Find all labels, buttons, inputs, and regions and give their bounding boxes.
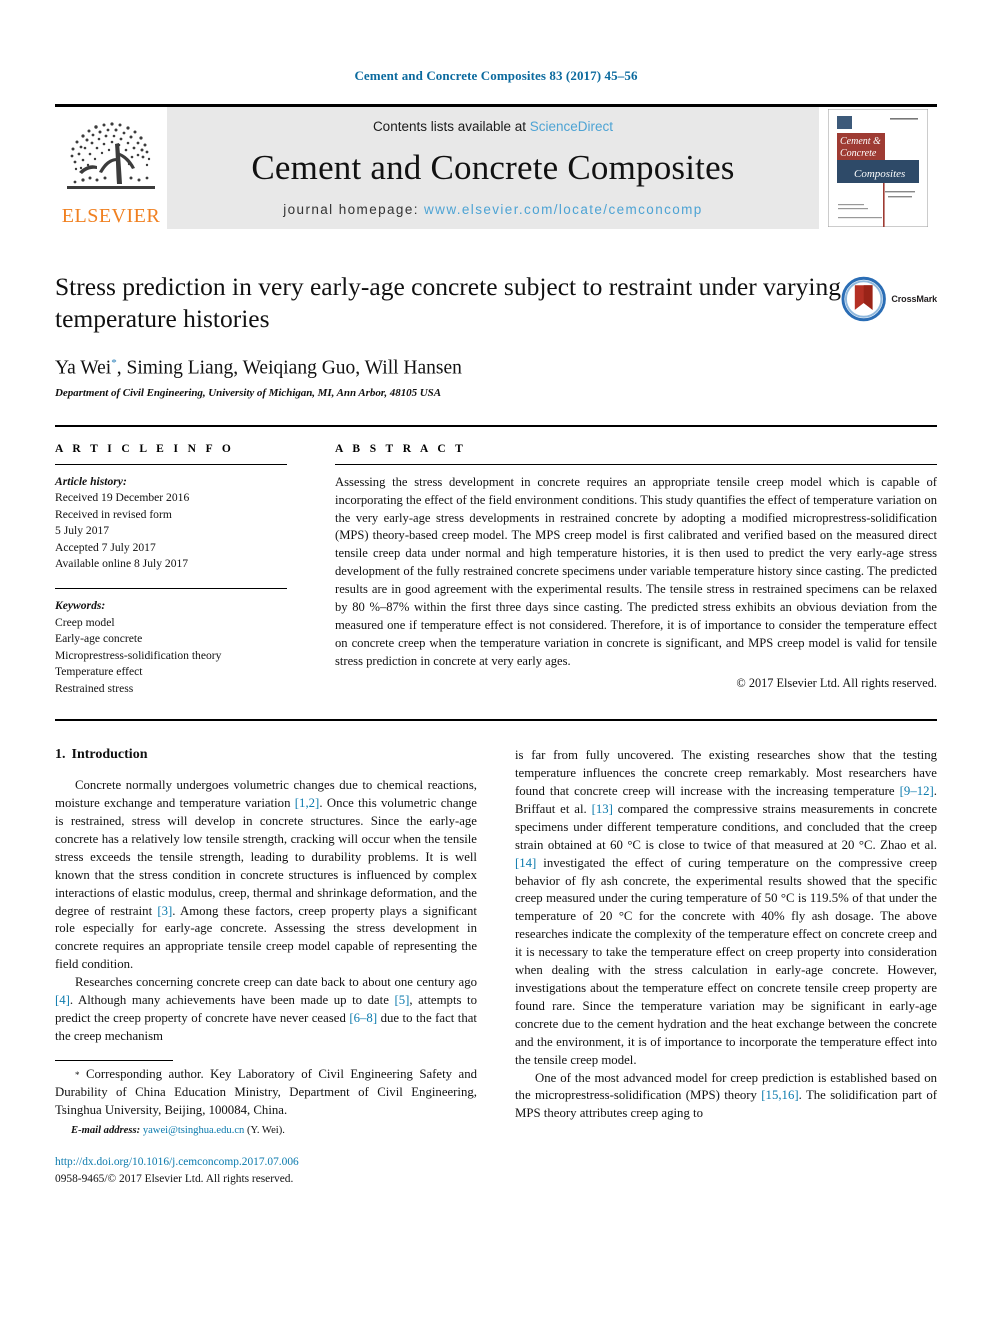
page-title: Stress prediction in very early-age conc…: [55, 272, 841, 334]
history-item: 5 July 2017: [55, 524, 110, 538]
svg-text:Concrete: Concrete: [840, 148, 877, 159]
introduction-label: Introduction: [71, 747, 148, 763]
paper-page: Cement and Concrete Composites 83 (2017)…: [0, 0, 992, 1323]
publication-footer: http://dx.doi.org/10.1016/j.cemconcomp.2…: [55, 1154, 477, 1188]
p1-b: . Once this volumetric change is restrai…: [55, 796, 477, 918]
abstract-copyright: © 2017 Elsevier Ltd. All rights reserved…: [736, 676, 937, 691]
article-info-rule: [55, 463, 287, 465]
history-item: Received 19 December 2016: [55, 491, 190, 505]
title-block: Stress prediction in very early-age conc…: [55, 271, 937, 399]
footnote-text: Corresponding author. Key Laboratory of …: [55, 1066, 477, 1117]
info-abstract-section: A R T I C L E I N F O Article history: R…: [55, 424, 937, 697]
homepage-prefix: journal homepage:: [283, 202, 425, 217]
svg-text:Cement &: Cement &: [840, 136, 881, 147]
article-info-column: A R T I C L E I N F O Article history: R…: [55, 443, 287, 697]
keyword-item: Microprestress-solidification theory: [55, 648, 222, 662]
abstract-rule: [335, 463, 937, 465]
abstract-column: A B S T R A C T Assessing the stress dev…: [335, 443, 937, 697]
citation-ref[interactable]: [4]: [55, 993, 70, 1007]
contents-prefix: Contents lists available at: [372, 119, 530, 134]
history-item: Received in revised form: [55, 507, 172, 521]
crossmark-badge[interactable]: CrossMark: [841, 273, 937, 325]
keyword-item: Creep model: [55, 615, 115, 629]
p3-a: is far from fully uncovered. The existin…: [515, 748, 937, 798]
journal-cover-image: Cement & Concrete Composites: [828, 109, 928, 227]
article-history-label: Article history:: [55, 474, 127, 488]
svg-text:Composites: Composites: [854, 168, 905, 180]
footnote-block: * Corresponding author. Key Laboratory o…: [55, 1059, 477, 1188]
author-rest: , Siming Liang, Weiqiang Guo, Will Hanse…: [116, 357, 462, 379]
citation-ref[interactable]: [5]: [394, 993, 409, 1007]
keyword-item: Early-age concrete: [55, 632, 143, 646]
journal-title: Cement and Concrete Composites: [251, 148, 735, 187]
abstract-heading: A B S T R A C T: [335, 442, 467, 455]
intro-paragraph-3: is far from fully uncovered. The existin…: [515, 747, 937, 1069]
intro-paragraph-4: One of the most advanced model for creep…: [515, 1070, 937, 1124]
journal-masthead: ELSEVIER Contents lists available at Sci…: [55, 104, 937, 229]
citation-ref[interactable]: [15,16]: [761, 1088, 798, 1102]
email-line: E-mail address: yawei@tsinghua.edu.cn (Y…: [55, 1124, 477, 1138]
article-info-heading: A R T I C L E I N F O: [55, 442, 235, 455]
citation-ref[interactable]: [14]: [515, 856, 536, 870]
crossmark-icon: [841, 276, 886, 322]
history-item: Available online 8 July 2017: [55, 557, 189, 571]
keyword-item: Restrained stress: [55, 681, 134, 695]
doi-link[interactable]: http://dx.doi.org/10.1016/j.cemconcomp.2…: [55, 1154, 477, 1171]
contents-available-line: Contents lists available at ScienceDirec…: [373, 119, 613, 134]
elsevier-wordmark: ELSEVIER: [61, 205, 161, 227]
citation-ref[interactable]: [1,2]: [295, 796, 320, 810]
journal-cover-thumbnail: Cement & Concrete Composites: [819, 107, 937, 229]
keywords-label: Keywords:: [55, 599, 106, 613]
keyword-item: Temperature effect: [55, 665, 143, 679]
citation-ref[interactable]: [3]: [157, 904, 172, 918]
citation-ref[interactable]: [9–12]: [900, 784, 934, 798]
author-first: Ya Wei: [55, 357, 112, 379]
affiliation: Department of Civil Engineering, Univers…: [55, 386, 441, 399]
author-list: Ya Wei*, Siming Liang, Weiqiang Guo, Wil…: [55, 357, 937, 380]
running-head: Cement and Concrete Composites 83 (2017)…: [354, 68, 638, 83]
abstract-text: Assessing the stress development in conc…: [335, 474, 937, 668]
body-column-right: is far from fully uncovered. The existin…: [515, 747, 937, 1188]
email-suffix: (Y. Wei).: [244, 1124, 285, 1136]
issn-copyright-line: 0958-9465/© 2017 Elsevier Ltd. All right…: [55, 1173, 294, 1186]
p2-b: . Although many achievements have been m…: [69, 993, 395, 1008]
citation-ref[interactable]: [13]: [592, 802, 613, 816]
body-column-left: 1. Introduction Concrete normally undergo…: [55, 747, 477, 1188]
crossmark-label: CrossMark: [891, 294, 937, 304]
introduction-heading: 1. Introduction: [55, 747, 477, 763]
corresponding-author-note: * Corresponding author. Key Laboratory o…: [55, 1066, 477, 1120]
introduction-number: 1.: [55, 747, 66, 763]
email-label: E-mail address:: [71, 1124, 141, 1136]
elsevier-tree-icon: [67, 122, 155, 189]
p2-a: Researches concerning concrete creep can…: [75, 975, 477, 990]
email-link[interactable]: yawei@tsinghua.edu.cn: [143, 1125, 245, 1136]
keywords-group: Keywords: Creep model Early-age concrete…: [55, 598, 287, 697]
masthead-band: Contents lists available at ScienceDirec…: [167, 107, 819, 229]
journal-homepage-link[interactable]: www.elsevier.com/locate/cemconcomp: [424, 202, 703, 217]
section-divider-rule: [55, 719, 937, 722]
journal-homepage-line: journal homepage: www.elsevier.com/locat…: [283, 202, 702, 217]
history-item: Accepted 7 July 2017: [55, 540, 156, 554]
sciencedirect-link[interactable]: ScienceDirect: [530, 119, 613, 134]
keywords-block: Keywords: Creep model Early-age concrete…: [55, 588, 287, 697]
article-history-group: Article history: Received 19 December 20…: [55, 474, 287, 573]
intro-paragraph-1: Concrete normally undergoes volumetric c…: [55, 777, 477, 974]
body-columns: 1. Introduction Concrete normally undergo…: [55, 747, 937, 1188]
elsevier-logo: ELSEVIER: [55, 107, 167, 229]
intro-paragraph-2: Researches concerning concrete creep can…: [55, 974, 477, 1046]
citation-ref[interactable]: [6–8]: [349, 1011, 377, 1025]
p3-d: investigated the effect of curing temper…: [515, 855, 937, 1067]
footnote-rule: [55, 1059, 173, 1061]
keywords-rule: [55, 588, 287, 590]
